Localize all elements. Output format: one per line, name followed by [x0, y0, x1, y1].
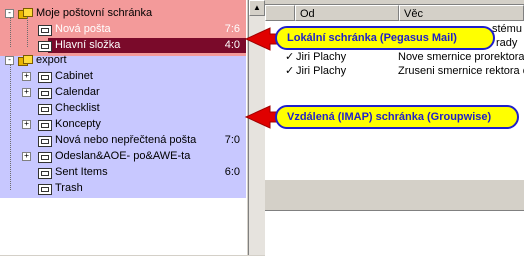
callout-imap-mailbox: Vzdálená (IMAP) schránka (Groupwise) [275, 105, 519, 129]
arrow-imap [244, 105, 279, 129]
callout-local-mailbox: Lokální schránka (Pegasus Mail) [275, 26, 495, 50]
arrow-local [244, 27, 279, 51]
